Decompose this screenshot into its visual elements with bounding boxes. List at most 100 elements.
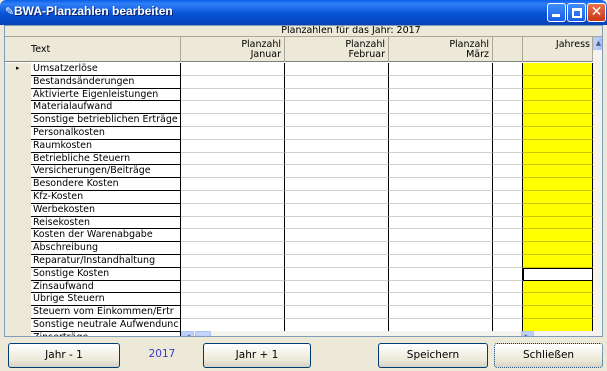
cell-jahressumme[interactable] [523,216,593,230]
column-header-januar[interactable]: Planzahl Januar [181,37,285,62]
scroll-right-arrow-icon[interactable]: ▶ [521,331,534,336]
cell-jahressumme[interactable] [523,242,593,255]
table-row[interactable]: Aktivierte Eigenleistungen [5,88,602,102]
table-row[interactable]: ▸ Umsatzerlöse [5,63,602,76]
cell-maerz[interactable] [389,203,493,217]
row-indicator[interactable] [5,139,31,153]
row-indicator[interactable] [5,114,31,127]
cell-maerz[interactable] [389,280,493,294]
table-row[interactable]: Sonstige Kosten [5,267,602,281]
row-indicator[interactable]: ▸ [5,63,31,76]
table-row[interactable]: Reisekosten [5,216,602,230]
cell-februar[interactable] [285,216,389,230]
cell-maerz[interactable] [389,127,493,140]
cell-februar[interactable] [285,165,389,179]
cell-februar[interactable] [285,75,389,89]
cell-februar[interactable] [285,88,389,102]
next-year-button[interactable]: Jahr + 1 [203,343,311,368]
cell-januar[interactable] [181,229,285,243]
cell-januar[interactable] [181,191,285,204]
cell-januar[interactable] [181,63,285,76]
cell-januar[interactable] [181,242,285,255]
cell-februar[interactable] [285,242,389,255]
cell-jahressumme[interactable] [523,165,593,179]
close-button[interactable]: Schließen [494,343,603,368]
cell-jahressumme[interactable] [523,127,593,140]
table-row[interactable]: Steuern vom Einkommen/Ertr [5,306,602,319]
cell-februar[interactable] [285,63,389,76]
row-indicator[interactable] [5,280,31,294]
table-row[interactable]: Reparatur/Instandhaltung [5,255,602,268]
cell-februar[interactable] [285,114,389,127]
cell-maerz[interactable] [389,242,493,255]
horizontal-scrollbar[interactable]: ◀ ▶ [181,331,602,336]
table-row[interactable]: Werbekosten [5,203,602,217]
cell-februar[interactable] [285,267,389,281]
cell-januar[interactable] [181,101,285,115]
cell-februar[interactable] [285,255,389,268]
row-indicator[interactable] [5,101,31,115]
cell-maerz[interactable] [389,191,493,204]
table-row[interactable]: Abschreibung [5,242,602,255]
cell-jahressumme[interactable] [523,255,593,268]
cell-jahressumme[interactable] [523,191,593,204]
cell-maerz[interactable] [389,63,493,76]
cell-jahressumme[interactable] [523,293,593,307]
column-header-text[interactable]: Text [5,37,181,62]
cell-maerz[interactable] [389,293,493,307]
cell-jahressumme[interactable] [523,229,593,243]
table-row[interactable]: Besondere Kosten [5,178,602,191]
row-indicator[interactable] [5,127,31,140]
cell-maerz[interactable] [389,306,493,319]
table-row[interactable]: Übrige Steuern [5,293,602,307]
cell-februar[interactable] [285,139,389,153]
cell-maerz[interactable] [389,101,493,115]
cell-maerz[interactable] [389,152,493,166]
row-indicator[interactable] [5,191,31,204]
cell-januar[interactable] [181,127,285,140]
cell-januar[interactable] [181,267,285,281]
cell-januar[interactable] [181,216,285,230]
cell-jahressumme[interactable] [523,280,593,294]
row-indicator[interactable] [5,267,31,281]
cell-jahressumme[interactable] [523,114,593,127]
cell-jahressumme[interactable] [523,75,593,89]
cell-jahressumme[interactable] [523,63,593,76]
row-indicator[interactable] [5,75,31,89]
cell-februar[interactable] [285,229,389,243]
cell-januar[interactable] [181,319,285,332]
cell-februar[interactable] [285,127,389,140]
cell-januar[interactable] [181,165,285,179]
column-header-jahressumme[interactable]: Jahress [523,37,593,62]
cell-jahressumme[interactable] [523,178,593,191]
cell-februar[interactable] [285,152,389,166]
row-indicator[interactable] [5,165,31,179]
cell-jahressumme[interactable] [523,88,593,102]
cell-januar[interactable] [181,152,285,166]
scroll-left-arrow-icon[interactable]: ◀ [181,331,194,336]
table-row[interactable]: Versicherungen/Beiträge [5,165,602,179]
cell-februar[interactable] [285,203,389,217]
planzahlen-grid[interactable]: Planzahlen für das Jahr: 2017 Text Planz… [4,25,603,337]
cell-maerz[interactable] [389,319,493,332]
cell-februar[interactable] [285,306,389,319]
cell-maerz[interactable] [389,255,493,268]
cell-jahressumme[interactable] [523,267,593,281]
minimize-button[interactable] [547,3,566,22]
column-header-maerz[interactable]: Planzahl März [389,37,493,62]
cell-januar[interactable] [181,203,285,217]
cell-februar[interactable] [285,191,389,204]
cell-jahressumme[interactable] [523,139,593,153]
cell-jahressumme[interactable] [523,203,593,217]
cell-maerz[interactable] [389,165,493,179]
table-row[interactable]: Zinsaufwand [5,280,602,294]
save-button[interactable]: Speichern [378,343,488,368]
table-row[interactable]: Sonstige neutrale Aufwendunc [5,319,602,332]
table-row[interactable]: Betriebliche Steuern [5,152,602,166]
table-row[interactable]: Bestandsänderungen [5,75,602,89]
table-row[interactable]: Raumkosten [5,139,602,153]
cell-jahressumme[interactable] [523,152,593,166]
close-window-button[interactable]: ✕ [587,3,606,22]
cell-januar[interactable] [181,255,285,268]
row-indicator[interactable] [5,88,31,102]
